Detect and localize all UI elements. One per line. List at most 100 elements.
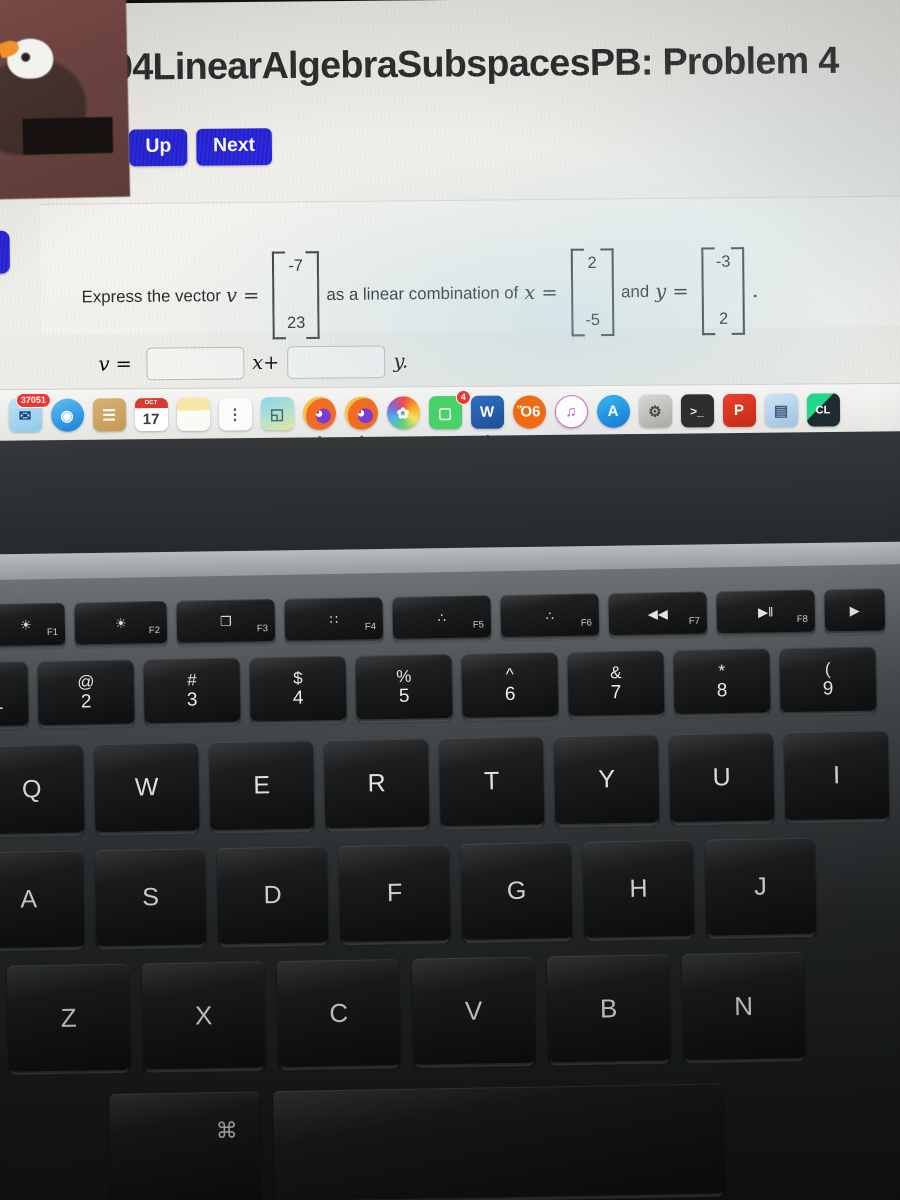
key-7[interactable]: & 7 bbox=[567, 650, 665, 716]
key-r-label: R bbox=[367, 768, 386, 797]
next-button[interactable]: Next bbox=[196, 128, 272, 166]
dock-item-contacts[interactable]: ☰ bbox=[89, 395, 129, 435]
key-brightness-down[interactable]: ☀ F1 bbox=[0, 602, 66, 647]
key-e-label: E bbox=[253, 770, 271, 799]
key-5-label: 5 bbox=[398, 685, 410, 707]
key-keyboard-brightness-down[interactable]: ∴ F5 bbox=[392, 595, 492, 640]
function-key-row: ☀ F1 ☀ F2 ❐ F3 ∷ F4 ∴ F5 ∴ F6 ◀◀ F7 ▶‖ F8 ▶ bbox=[0, 588, 886, 647]
key-rewind[interactable]: ◀◀ F7 bbox=[608, 591, 708, 636]
key-u-label: U bbox=[712, 762, 731, 791]
key-fast-forward[interactable]: ▶ bbox=[824, 588, 886, 632]
vector-v-row2: 23 bbox=[287, 314, 306, 333]
key-command[interactable]: ⌘ bbox=[109, 1091, 261, 1200]
dock-item-clion[interactable]: CL bbox=[803, 390, 843, 435]
answer-mid-label: x+ bbox=[252, 351, 280, 375]
dock-item-preview-app[interactable]: ◱ bbox=[257, 394, 297, 434]
key-w[interactable]: W bbox=[93, 742, 200, 833]
page-title: 04LinearAlgebraSubspacesPB: Problem 4 bbox=[111, 39, 839, 88]
key-y[interactable]: Y bbox=[553, 734, 660, 825]
ibooks-icon: Ὅ6 bbox=[512, 395, 546, 429]
dock-item-messages[interactable]: ▢ 4 bbox=[425, 389, 471, 432]
key-s-label: S bbox=[142, 882, 160, 911]
key-u[interactable]: U bbox=[668, 732, 775, 823]
dock-item-powerpoint[interactable]: P bbox=[719, 390, 759, 430]
key-label-f5: F5 bbox=[472, 619, 485, 631]
key-f[interactable]: F bbox=[338, 844, 451, 942]
key-z[interactable]: Z bbox=[6, 963, 131, 1072]
key-space[interactable] bbox=[273, 1083, 725, 1200]
coefficient-x-input[interactable] bbox=[145, 346, 245, 381]
up-button[interactable]: Up bbox=[128, 129, 188, 167]
dock-item-word[interactable]: W bbox=[467, 392, 507, 438]
dock-item-itunes[interactable]: ♫ bbox=[551, 392, 591, 432]
rewind-icon: ◀◀ bbox=[647, 605, 668, 622]
mission-control-icon: ❐ bbox=[219, 613, 232, 629]
problem-navigation: Up Next bbox=[128, 128, 272, 167]
key-d[interactable]: D bbox=[216, 846, 329, 945]
key-x-label: X bbox=[194, 999, 213, 1031]
key-c[interactable]: C bbox=[276, 958, 401, 1068]
key-g[interactable]: G bbox=[460, 841, 573, 940]
key-r[interactable]: R bbox=[323, 738, 430, 829]
vector-x-row2: -5 bbox=[585, 311, 601, 330]
key-mission-control[interactable]: ❐ F3 bbox=[176, 599, 276, 643]
key-n[interactable]: N bbox=[681, 951, 806, 1060]
key-4[interactable]: $4 bbox=[249, 655, 347, 722]
dock-item-firefox-2[interactable]: ◕ bbox=[341, 393, 381, 439]
calendar-day-label: 17 bbox=[142, 411, 160, 429]
dock-item-notes[interactable] bbox=[173, 394, 213, 434]
key-q-label: Q bbox=[21, 774, 42, 804]
problem-statement-card: Express the vector v = -7 23 as a linear… bbox=[39, 195, 900, 335]
problem-middle-text: as a linear combination of bbox=[326, 283, 519, 304]
key-q[interactable]: Q bbox=[0, 744, 85, 835]
key-brightness-up[interactable]: ☀ F2 bbox=[74, 600, 168, 645]
key-1-label: 1 bbox=[0, 692, 4, 714]
key-8-shift-label: * bbox=[718, 661, 726, 681]
key-8[interactable]: * 8 bbox=[673, 648, 771, 715]
laptop-keyboard: ☀F1☀F2❐F3∷F4∴F5∴F6◀◀F7▶‖F8▶ !1@2#3$4%5^6… bbox=[0, 563, 900, 1200]
key-launchpad[interactable]: ∷ F4 bbox=[284, 597, 384, 641]
key-label-f3: F3 bbox=[256, 623, 269, 635]
key-v[interactable]: V bbox=[411, 956, 536, 1065]
key-b[interactable]: B bbox=[546, 954, 671, 1063]
key-2[interactable]: @2 bbox=[37, 659, 135, 726]
dock-item-reminders[interactable]: ⋮ bbox=[215, 394, 255, 434]
key-9-shift-label: ( bbox=[824, 659, 831, 679]
key-s[interactable]: S bbox=[94, 848, 207, 947]
firefox-2-icon: ◕ bbox=[344, 396, 378, 430]
sidebar-edge-button[interactable] bbox=[0, 230, 10, 274]
dock-item-preview[interactable]: ▤ bbox=[761, 390, 801, 436]
key-f-label: F bbox=[386, 878, 403, 907]
key-e[interactable]: E bbox=[208, 740, 315, 831]
word-icon: W bbox=[470, 395, 504, 429]
dock-item-app-store[interactable]: A bbox=[593, 391, 633, 431]
key-play-pause[interactable]: ▶‖ F8 bbox=[716, 589, 816, 634]
key-1[interactable]: !1 bbox=[0, 661, 29, 727]
key-t[interactable]: T bbox=[438, 736, 545, 827]
dock-item-system-preferences[interactable]: ⚙ bbox=[635, 391, 675, 431]
coefficient-y-input[interactable] bbox=[287, 345, 386, 379]
key-3[interactable]: #3 bbox=[143, 657, 241, 724]
key-h[interactable]: H bbox=[582, 839, 695, 938]
terminal-icon: >_ bbox=[680, 394, 714, 428]
key-5[interactable]: % 5 bbox=[355, 653, 453, 720]
x-symbol: x bbox=[524, 281, 536, 305]
key-j[interactable]: J bbox=[704, 837, 817, 936]
dock-item-ibooks[interactable]: Ὅ6 bbox=[509, 392, 549, 432]
key-a[interactable]: A bbox=[0, 850, 85, 949]
command-icon: ⌘ bbox=[215, 1117, 238, 1144]
key-x[interactable]: X bbox=[141, 961, 266, 1070]
key-6[interactable]: ^ 6 bbox=[461, 652, 559, 718]
dock-item-safari[interactable]: ◉ bbox=[47, 395, 87, 435]
key-c-label: C bbox=[329, 997, 349, 1028]
dock-item-terminal[interactable]: >_ bbox=[677, 391, 717, 431]
dock-item-mail[interactable]: ✉ 37051 bbox=[5, 392, 51, 435]
dock-item-firefox-1[interactable]: ◕ bbox=[299, 393, 339, 439]
key-keyboard-brightness-up[interactable]: ∴ F6 bbox=[500, 593, 600, 638]
dock-item-photos[interactable]: ✿ bbox=[383, 393, 423, 433]
key-9[interactable]: (9 bbox=[779, 646, 877, 713]
dock-item-calendar[interactable]: OCT 17 bbox=[131, 394, 171, 434]
key-7-label: 7 bbox=[610, 682, 622, 704]
key-i[interactable]: I bbox=[783, 730, 890, 821]
key-label-f1: F1 bbox=[46, 626, 59, 639]
